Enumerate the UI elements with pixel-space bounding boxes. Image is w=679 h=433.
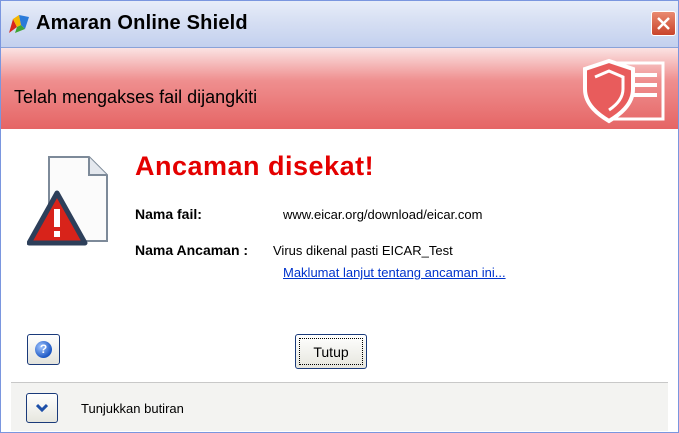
file-name-value: www.eicar.org/download/eicar.com [283, 207, 483, 222]
close-button-label: Tutup [299, 338, 363, 365]
threat-name-label: Nama Ancaman : [135, 242, 249, 258]
avg-logo-icon [9, 15, 29, 33]
banner-text: Telah mengakses fail dijangkiti [14, 87, 258, 107]
shield-document-icon [583, 58, 665, 124]
threat-name-value: Virus dikenal pasti EICAR_Test [273, 243, 453, 258]
title-bar[interactable]: Amaran Online Shield [1, 1, 678, 48]
window-close-button[interactable] [651, 11, 676, 36]
threat-blocked-title: Ancaman disekat! [135, 151, 375, 181]
close-icon [657, 17, 670, 30]
window-title: Amaran Online Shield [36, 12, 248, 34]
chevron-down-icon [36, 403, 48, 413]
help-button[interactable]: ? [27, 334, 60, 365]
warning-file-icon [27, 156, 108, 246]
help-icon: ? [35, 341, 52, 358]
file-name-label: Nama fail: [135, 206, 202, 222]
show-details-label[interactable]: Tunjukkan butiran [81, 401, 184, 416]
expand-details-button[interactable] [26, 393, 58, 423]
close-button[interactable]: Tutup [295, 334, 367, 369]
alert-window: Amaran Online Shield Telah mengakses fai… [0, 0, 679, 433]
details-footer: Tunjukkan butiran [11, 382, 668, 431]
header-banner: Telah mengakses fail dijangkiti [1, 48, 678, 129]
more-info-link[interactable]: Maklumat lanjut tentang ancaman ini... [283, 265, 506, 280]
